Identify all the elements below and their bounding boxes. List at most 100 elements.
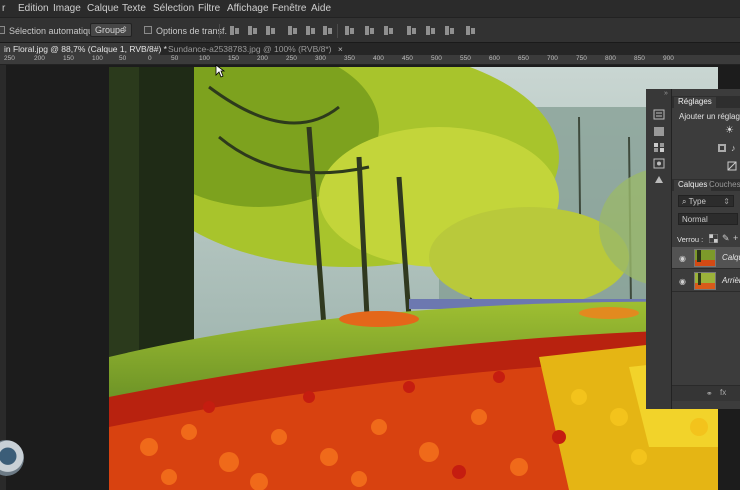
horizontal-ruler: 250 200 150 100 50 0 50 100 150 200 250 … — [0, 55, 740, 65]
tab-sundance[interactable]: Sundance-a2538783.jpg @ 100% (RVB/8*) × — [164, 43, 343, 55]
curves-icon[interactable]: ♪ — [731, 143, 740, 153]
close-icon[interactable]: × — [338, 44, 343, 54]
actions-icon[interactable] — [653, 174, 665, 185]
ruler-tick: 400 — [373, 55, 384, 62]
brightness-icon[interactable]: ☀ — [725, 125, 735, 136]
mouse-pointer-icon — [215, 64, 225, 78]
align-center-icon[interactable] — [305, 25, 316, 36]
distribute-center-icon[interactable] — [425, 25, 436, 36]
ruler-tick: 600 — [489, 55, 500, 62]
distribute-middle-icon[interactable] — [364, 25, 375, 36]
layers-panel-footer: ⚭ fx — [672, 385, 740, 401]
adjustments-tabs: Réglages — [672, 96, 740, 108]
menu-type[interactable]: Texte — [122, 3, 146, 14]
ruler-tick: 100 — [199, 55, 210, 62]
align-bottom-icon[interactable] — [265, 25, 276, 36]
menu-image[interactable]: Image — [53, 3, 81, 14]
ruler-tick: 150 — [63, 55, 74, 62]
transform-checkbox[interactable] — [144, 26, 152, 34]
tab-channels[interactable]: Couches — [709, 180, 740, 189]
tab-label: in Floral.jpg @ 88,7% (Calque 1, RVB/8#)… — [4, 44, 167, 54]
ruler-tick: 200 — [34, 55, 45, 62]
ruler-tick: 800 — [605, 55, 616, 62]
lock-label: Verrou : — [677, 235, 704, 244]
eye-icon[interactable]: ◉ — [679, 277, 686, 286]
auto-select-checkbox[interactable] — [0, 26, 5, 34]
layer-row[interactable]: ◉ Arrière-plan — [672, 270, 740, 292]
tab-layers[interactable]: Calques — [674, 180, 712, 191]
ruler-tick: 450 — [402, 55, 413, 62]
link-icon[interactable]: ⚭ — [706, 389, 716, 399]
blend-mode-dropdown[interactable]: Normal — [678, 213, 738, 225]
layer-thumbnail — [694, 249, 716, 267]
ruler-tick: 200 — [257, 55, 268, 62]
swatches-icon[interactable] — [653, 142, 665, 153]
properties-icon[interactable] — [653, 126, 665, 137]
eye-icon[interactable]: ◉ — [679, 254, 686, 263]
move-icon[interactable]: + — [733, 233, 740, 243]
layers-tabs: Calques Couches — [672, 179, 740, 191]
ruler-tick: 0 — [148, 55, 152, 62]
chevron-updown-icon: ⇕ — [121, 25, 128, 34]
exposure-icon[interactable] — [727, 161, 737, 171]
auto-select-label: Sélection automatique : — [9, 26, 104, 36]
blend-mode-value: Normal — [682, 215, 708, 224]
right-panel: Réglages Ajouter un réglage ☀ ♪ Calques … — [672, 89, 740, 409]
tab-floral[interactable]: in Floral.jpg @ 88,7% (Calque 1, RVB/8#)… — [0, 43, 167, 55]
layer-name[interactable]: Arrière-plan — [722, 276, 740, 285]
navigator-icon[interactable] — [653, 158, 665, 169]
ruler-tick: 250 — [286, 55, 297, 62]
ruler-tick: 500 — [431, 55, 442, 62]
align-top-icon[interactable] — [229, 25, 240, 36]
ruler-tick: 250 — [4, 55, 15, 62]
ruler-tick: 750 — [576, 55, 587, 62]
fx-button[interactable]: fx — [720, 388, 726, 397]
auto-select-dropdown[interactable]: Groupe ⇕ — [90, 23, 132, 37]
auto-align-icon[interactable] — [465, 25, 476, 36]
menu-filter[interactable]: Filtre — [198, 3, 220, 14]
document-tabs: in Floral.jpg @ 88,7% (Calque 1, RVB/8#)… — [0, 43, 740, 55]
distribute-top-icon[interactable] — [344, 25, 355, 36]
ruler-tick: 350 — [344, 55, 355, 62]
painted-park-image — [109, 67, 718, 490]
distribute-bottom-icon[interactable] — [383, 25, 394, 36]
lock-transparent-icon[interactable] — [708, 233, 719, 244]
menu-file[interactable]: r — [2, 3, 5, 14]
brush-icon[interactable]: ✎ — [722, 233, 732, 243]
transform-label: Options de transf. — [156, 26, 228, 36]
menu-edit[interactable]: Edition — [18, 3, 49, 14]
ruler-tick: 50 — [119, 55, 127, 62]
filter-value: Type — [688, 197, 706, 206]
panel-icon-strip: » — [646, 89, 672, 409]
layer-filter-dropdown[interactable]: ⌕ Type ⇕ — [678, 195, 734, 207]
divider — [219, 24, 220, 38]
align-middle-icon[interactable] — [247, 25, 258, 36]
history-icon[interactable] — [653, 109, 665, 120]
menu-layer[interactable]: Calque — [87, 3, 119, 14]
menu-window[interactable]: Fenêtre — [272, 3, 306, 14]
divider — [337, 24, 338, 38]
chevron-updown-icon: ⇕ — [723, 197, 730, 206]
menu-help[interactable]: Aide — [311, 3, 331, 14]
add-adjustment-label: Ajouter un réglage — [679, 112, 740, 121]
ruler-tick: 650 — [518, 55, 529, 62]
panel-collapse-icon[interactable]: » — [664, 90, 668, 97]
align-right-icon[interactable] — [322, 25, 333, 36]
ruler-tick: 700 — [547, 55, 558, 62]
levels-icon[interactable] — [717, 143, 727, 153]
distribute-left-icon[interactable] — [406, 25, 417, 36]
ruler-tick: 50 — [171, 55, 179, 62]
document-canvas[interactable] — [109, 67, 718, 490]
menu-select[interactable]: Sélection — [153, 3, 194, 14]
distribute-right-icon[interactable] — [444, 25, 455, 36]
menu-bar: r Edition Image Calque Texte Sélection F… — [0, 0, 740, 17]
layer-row[interactable]: ◉ Calque 1 — [672, 247, 740, 269]
ruler-tick: 150 — [228, 55, 239, 62]
ruler-tick: 300 — [315, 55, 326, 62]
layer-thumbnail — [694, 272, 716, 290]
tab-adjustments[interactable]: Réglages — [674, 97, 716, 108]
ruler-tick: 900 — [663, 55, 674, 62]
layer-name[interactable]: Calque 1 — [722, 253, 740, 262]
menu-view[interactable]: Affichage — [227, 3, 269, 14]
align-left-icon[interactable] — [287, 25, 298, 36]
